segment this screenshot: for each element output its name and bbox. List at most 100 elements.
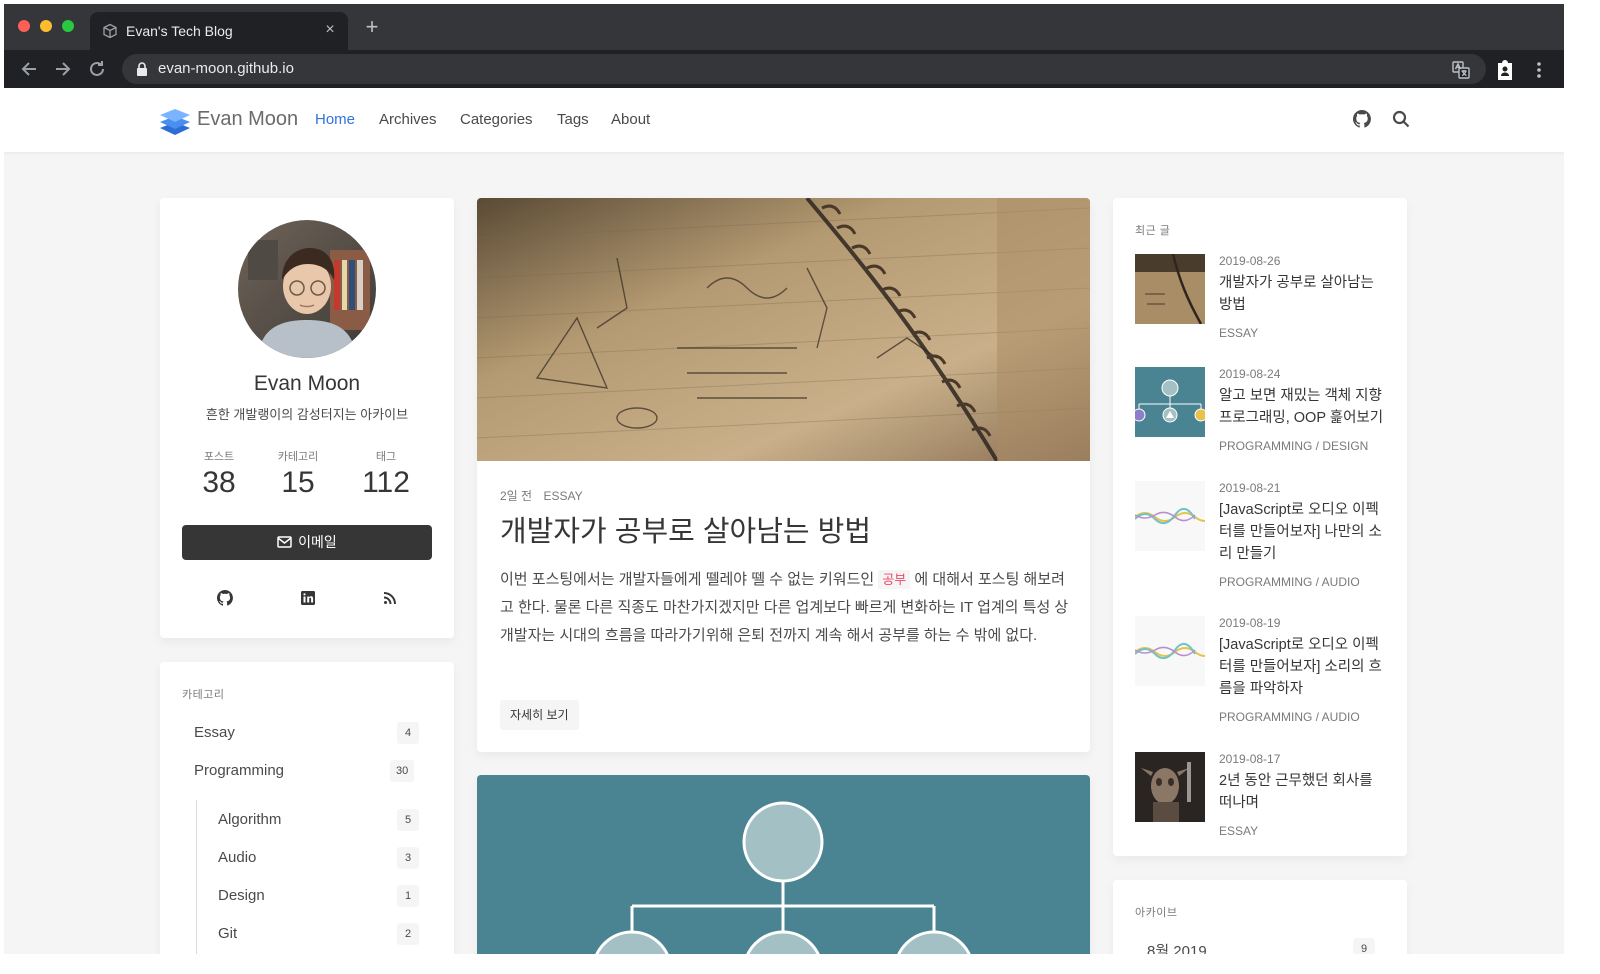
browser-toolbar: evan-moon.github.io — [4, 50, 1564, 88]
recent-post-title[interactable]: [JavaScript로 오디오 이펙터를 만들어보자] 소리의 흐름을 파악하… — [1219, 634, 1387, 700]
cube-icon — [103, 23, 117, 39]
tab-title: Evan's Tech Blog — [126, 23, 233, 39]
categories-card: 카테고리 Essay 4 Programming 30 Algorithm 5 … — [160, 662, 454, 954]
recent-post-date: 2019-08-19 — [1219, 616, 1281, 630]
site-brand[interactable]: Evan Moon — [197, 108, 298, 131]
recent-post-category[interactable]: PROGRAMMING / DESIGN — [1219, 439, 1368, 453]
maximize-window-button[interactable] — [62, 20, 74, 32]
layers-logo-icon[interactable] — [158, 106, 192, 136]
nav-categories[interactable]: Categories — [460, 111, 533, 128]
recent-posts-heading: 최근 글 — [1135, 225, 1171, 237]
stat-value-posts[interactable]: 38 — [179, 466, 259, 500]
site-navbar: Evan Moon Home Archives Categories Tags … — [4, 88, 1564, 152]
search-icon[interactable] — [1392, 110, 1410, 128]
translate-icon[interactable] — [1452, 61, 1470, 79]
profile-bio: 흔한 개발랭이의 감성터지는 아카이브 — [205, 407, 409, 422]
close-tab-icon[interactable]: × — [320, 20, 340, 40]
new-tab-button[interactable]: + — [360, 16, 384, 40]
stat-value-tags[interactable]: 112 — [346, 466, 426, 500]
recent-post-thumbnail — [1135, 481, 1205, 551]
post-card-oop[interactable] — [477, 775, 1090, 954]
lock-icon — [137, 62, 147, 76]
oop-diagram-image — [595, 801, 971, 954]
profile-card: Evan Moon 흔한 개발랭이의 감성터지는 아카이브 포스트 38 카테고… — [160, 198, 454, 638]
recent-post-category[interactable]: ESSAY — [1219, 824, 1258, 838]
recent-post-thumbnail — [1135, 367, 1205, 437]
categories-heading: 카테고리 — [182, 689, 225, 701]
nav-about[interactable]: About — [611, 111, 650, 128]
browser-window: Evan's Tech Blog × + evan-moon.github.io… — [4, 4, 1564, 954]
forward-icon[interactable] — [52, 58, 74, 80]
recent-post-category[interactable]: PROGRAMMING / AUDIO — [1219, 575, 1360, 589]
nav-archives[interactable]: Archives — [379, 111, 437, 128]
profile-name: Evan Moon — [253, 372, 361, 395]
stat-label-categories: 카테고리 — [277, 451, 319, 463]
browser-chrome: Evan's Tech Blog × + evan-moon.github.io — [4, 4, 1564, 88]
post-cover-image[interactable] — [477, 198, 1090, 461]
tab-strip: Evan's Tech Blog × + — [4, 4, 1564, 50]
category-count: 1 — [397, 885, 419, 907]
category-git[interactable]: Git — [218, 925, 237, 949]
recent-post-date: 2019-08-26 — [1219, 254, 1281, 268]
post-title[interactable]: 개발자가 공부로 살아남는 방법 — [500, 508, 871, 550]
stat-label-posts: 포스트 — [203, 451, 235, 463]
recent-post-category[interactable]: PROGRAMMING / AUDIO — [1219, 710, 1360, 724]
recent-post-title[interactable]: 2년 동안 근무했던 회사를 떠나며 — [1219, 770, 1387, 814]
archive-count: 9 — [1353, 938, 1375, 954]
category-count: 5 — [397, 809, 419, 831]
category-count: 3 — [397, 847, 419, 869]
category-design[interactable]: Design — [218, 887, 265, 911]
github-icon[interactable] — [1353, 110, 1371, 128]
recent-post-title[interactable]: [JavaScript로 오디오 이펙터를 만들어보자] 나만의 소리 만들기 — [1219, 499, 1387, 565]
nav-tags[interactable]: Tags — [557, 111, 589, 128]
subcategory-divider — [196, 800, 197, 954]
close-window-button[interactable] — [18, 20, 30, 32]
browser-tab[interactable]: Evan's Tech Blog × — [90, 12, 348, 50]
post-meta: 2일 전 ESSAY — [500, 487, 583, 504]
minimize-window-button[interactable] — [40, 20, 52, 32]
clipboard-extension-icon[interactable] — [1496, 60, 1514, 80]
recent-post-title[interactable]: 개발자가 공부로 살아남는 방법 — [1219, 272, 1387, 316]
recent-posts-card: 최근 글 2019-08-26 개발자가 공부로 살아남는 방법 ESSAY 2… — [1113, 198, 1407, 856]
email-button[interactable]: 이메일 — [182, 525, 432, 560]
category-algorithm[interactable]: Algorithm — [218, 811, 281, 835]
recent-post-date: 2019-08-24 — [1219, 367, 1281, 381]
recent-post-date: 2019-08-21 — [1219, 481, 1281, 495]
post-time: 2일 전 — [500, 489, 533, 503]
category-programming[interactable]: Programming — [194, 762, 284, 786]
read-more-button[interactable]: 자세히 보기 — [500, 700, 579, 730]
post-card: 2일 전 ESSAY 개발자가 공부로 살아남는 방법 이번 포스팅에서는 개발… — [477, 198, 1090, 752]
nav-home[interactable]: Home — [315, 111, 355, 128]
back-icon[interactable] — [18, 58, 40, 80]
recent-post-thumbnail — [1135, 254, 1205, 324]
stat-label-tags: 태그 — [375, 451, 397, 463]
recent-post-thumbnail — [1135, 616, 1205, 686]
recent-post-title[interactable]: 알고 보면 재밌는 객체 지향 프로그래밍, OOP 흝어보기 — [1219, 385, 1387, 429]
archive-month[interactable]: 8월 2019 — [1147, 940, 1207, 954]
category-count: 2 — [397, 923, 419, 945]
rss-icon[interactable] — [382, 590, 398, 606]
post-excerpt-text: 이번 포스팅에서는 개발자들에게 뗄레야 뗄 수 없는 키워드인 — [500, 571, 879, 588]
category-audio[interactable]: Audio — [218, 849, 256, 873]
recent-post-category[interactable]: ESSAY — [1219, 326, 1258, 340]
address-bar[interactable]: evan-moon.github.io — [122, 54, 1486, 84]
category-count: 30 — [390, 760, 415, 782]
category-count: 4 — [397, 722, 419, 744]
linkedin-icon[interactable] — [300, 590, 316, 606]
url-text: evan-moon.github.io — [158, 60, 294, 77]
category-essay[interactable]: Essay — [194, 724, 235, 748]
stat-value-categories[interactable]: 15 — [258, 466, 338, 500]
post-keyword: 공부 — [878, 570, 911, 589]
post-excerpt: 이번 포스팅에서는 개발자들에게 뗄레야 뗄 수 없는 키워드인 공부 에 대해… — [500, 566, 1070, 650]
archive-heading: 아카이브 — [1135, 907, 1178, 919]
post-category[interactable]: ESSAY — [543, 489, 582, 503]
archive-card: 아카이브 8월 2019 9 — [1113, 880, 1407, 954]
mail-icon — [277, 536, 292, 548]
reload-icon[interactable] — [86, 58, 108, 80]
email-button-label: 이메일 — [298, 534, 337, 550]
avatar — [238, 220, 376, 358]
github-icon[interactable] — [217, 590, 233, 606]
recent-post-thumbnail — [1135, 752, 1205, 822]
more-vertical-icon[interactable] — [1534, 60, 1544, 80]
recent-post-date: 2019-08-17 — [1219, 752, 1281, 766]
